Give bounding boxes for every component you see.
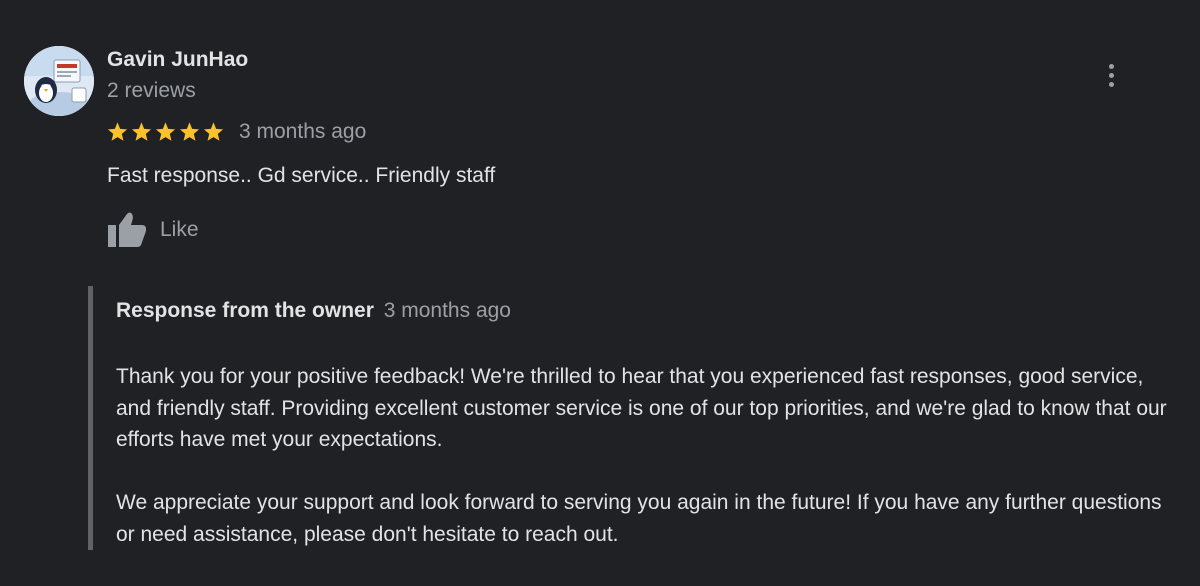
author-review-count[interactable]: 2 reviews — [107, 78, 196, 104]
thumb-up-icon — [108, 212, 146, 247]
owner-response-body: Thank you for your positive feedback! We… — [116, 361, 1171, 550]
like-button[interactable]: Like — [106, 210, 199, 250]
like-label: Like — [160, 218, 199, 241]
rating-row: 3 months ago — [106, 118, 366, 146]
owner-response-paragraph: Thank you for your positive feedback! We… — [116, 365, 1167, 451]
star-icon — [202, 121, 225, 143]
author-avatar[interactable] — [24, 46, 94, 116]
star-icon — [178, 121, 201, 143]
owner-response-date: 3 months ago — [383, 299, 511, 322]
more-vert-icon — [1108, 63, 1114, 87]
user-avatar-icon — [24, 46, 94, 116]
review-card: Gavin JunHao 2 reviews 3 months ago Fast… — [0, 0, 1200, 586]
owner-response: Response from the owner 3 months ago Tha… — [88, 286, 1173, 550]
owner-response-header: Response from the owner 3 months ago — [116, 297, 511, 325]
owner-response-paragraph: We appreciate your support and look forw… — [116, 491, 1162, 546]
review-text: Fast response.. Gd service.. Friendly st… — [107, 164, 496, 187]
star-icon — [154, 121, 177, 143]
author-name[interactable]: Gavin JunHao — [107, 47, 248, 73]
review-date: 3 months ago — [239, 120, 367, 143]
star-icon — [130, 121, 153, 143]
star-icon — [106, 121, 129, 143]
owner-response-title: Response from the owner — [116, 299, 374, 322]
star-rating — [106, 121, 225, 143]
more-options-button[interactable] — [1096, 58, 1126, 92]
